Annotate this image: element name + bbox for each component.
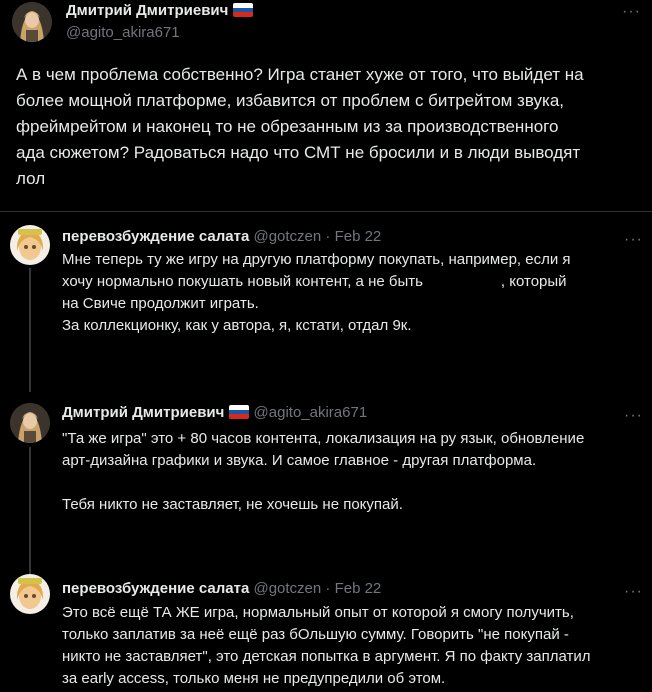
author-name[interactable]: перевозбуждение салата (62, 228, 249, 245)
more-options-icon[interactable]: ··· (624, 232, 643, 248)
thread-line (29, 268, 31, 392)
reply-header: Дмитрий Дмитриевич @agito_akira671 (62, 404, 367, 421)
reply-tweet[interactable]: Дмитрий Дмитриевич @agito_akira671 ··· "… (0, 387, 652, 579)
author-name[interactable]: перевозбуждение салата (62, 580, 249, 597)
reply-tweet[interactable]: перевозбуждение салата @gotczen · Feb 22… (0, 562, 652, 692)
main-tweet: Дмитрий Дмитриевич @agito_akira671 ··· А… (0, 0, 652, 211)
reply-tweet[interactable]: перевозбуждение салата @gotczen · Feb 22… (0, 212, 652, 392)
author-name[interactable]: Дмитрий Дмитриевич (62, 404, 224, 421)
avatar[interactable] (10, 574, 50, 614)
more-options-icon[interactable]: ··· (624, 584, 643, 600)
author-handle[interactable]: @gotczen (253, 228, 321, 245)
tweet-text: А в чем проблема собственно? Игра станет… (16, 65, 584, 188)
avatar-image (12, 2, 52, 42)
separator: · (325, 228, 331, 245)
tweet-text: Мне теперь ту же игру на другую платформ… (62, 249, 642, 337)
author-handle[interactable]: @agito_akira671 (66, 24, 180, 41)
russia-flag-icon (229, 405, 250, 419)
more-options-icon[interactable]: ··· (622, 4, 641, 20)
reply-header: перевозбуждение салата @gotczen · Feb 22 (62, 228, 381, 245)
avatar[interactable] (12, 2, 52, 42)
avatar-image (10, 574, 50, 614)
avatar[interactable] (10, 403, 50, 443)
tweet-text: "Та же игра" это + 80 часов контента, ло… (62, 430, 585, 513)
avatar[interactable] (10, 225, 50, 265)
tweet-date[interactable]: Feb 22 (335, 228, 382, 245)
more-options-icon[interactable]: ··· (624, 408, 643, 424)
reply-header: перевозбуждение салата @gotczen · Feb 22 (62, 580, 381, 597)
separator: · (325, 580, 331, 597)
russia-flag-icon (233, 3, 254, 17)
thread-line (29, 447, 31, 579)
avatar-image (10, 225, 50, 265)
tweet-date[interactable]: Feb 22 (335, 580, 382, 597)
tweet-text: Это всё ещё ТА ЖЕ игра, нормальный опыт … (62, 604, 591, 687)
author-name[interactable]: Дмитрий Дмитриевич (66, 2, 254, 19)
author-handle[interactable]: @agito_akira671 (254, 404, 368, 421)
author-handle[interactable]: @gotczen (253, 580, 321, 597)
avatar-image (10, 403, 50, 443)
tweet-text-part: Мне теперь ту же игру на другую платформ… (62, 251, 571, 290)
author-name-text: Дмитрий Дмитриевич (66, 2, 229, 19)
